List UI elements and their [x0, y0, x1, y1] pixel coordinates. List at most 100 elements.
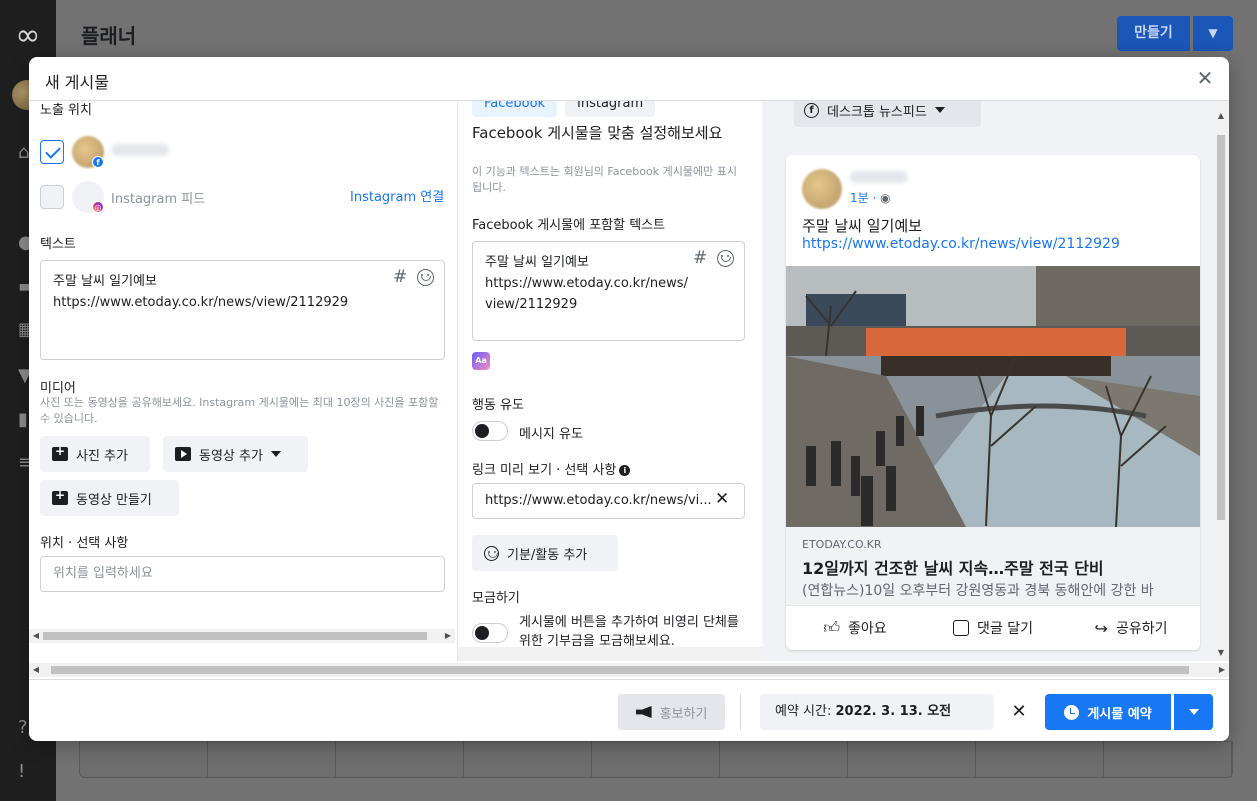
text-include-label: Facebook 게시물에 포함할 텍스트: [472, 218, 666, 233]
scrollbar-thumb[interactable]: [51, 666, 1189, 674]
clock-icon: [1064, 704, 1080, 720]
preview-scrollbar[interactable]: ▲ ▼: [1214, 101, 1228, 661]
schedule-time-field[interactable]: 예약 시간: 2022. 3. 13. 오전 8:00: [760, 694, 994, 741]
boost-button[interactable]: 홍보하기: [618, 694, 725, 730]
scroll-up-icon[interactable]: ▲: [1214, 109, 1228, 123]
post-text-input[interactable]: 주말 날씨 일기예보 https://www.etoday.co.kr/news…: [40, 260, 445, 360]
page-name-redacted: [111, 144, 169, 156]
scroll-left-icon[interactable]: ◀: [29, 629, 43, 643]
hashtag-icon[interactable]: #: [393, 267, 407, 287]
report-icon: !: [18, 761, 26, 782]
tab-instagram[interactable]: Instagram: [565, 101, 656, 117]
preview-column: f 데스크톱 뉴스피드 1분 · ◉ 주말 날씨 일기예보 https://ww…: [762, 101, 1229, 661]
preview-placement-label: 데스크톱 뉴스피드: [827, 104, 927, 120]
middle-hscrollbar[interactable]: [458, 647, 762, 661]
facebook-text-value: 주말 날씨 일기예보 https://www.etoday.co.kr/news…: [485, 255, 688, 312]
link-preview-label: 링크 미리 보기 · 선택 사항 i: [472, 459, 631, 478]
chevron-down-icon: [270, 451, 281, 457]
close-icon[interactable]: ✕: [1193, 66, 1217, 90]
preview-placement-dropdown[interactable]: f 데스크톱 뉴스피드: [794, 101, 981, 127]
page-name-redacted: [850, 171, 908, 183]
facebook-icon: f: [804, 102, 819, 118]
add-video-button[interactable]: 동영상 추가: [163, 436, 308, 472]
facebook-page-checkbox[interactable]: [40, 140, 64, 164]
facebook-text-input[interactable]: 주말 날씨 일기예보 https://www.etoday.co.kr/news…: [472, 241, 745, 341]
feeling-icon: [484, 545, 499, 561]
message-cta-toggle[interactable]: [472, 421, 508, 441]
customize-column: Facebook Instagram Facebook 게시물을 맞춤 설정해보…: [457, 101, 775, 661]
chevron-down-icon: [1188, 709, 1199, 715]
new-post-modal: 새 게시물 ✕ 노출 위치 f ◎ Instagram 피드 Instagram…: [29, 57, 1229, 741]
add-photo-button[interactable]: 사진 추가: [40, 436, 150, 472]
text-label: 텍스트: [40, 237, 76, 252]
cta-label: 행동 유도: [472, 398, 524, 413]
share-icon: ↪: [1094, 618, 1108, 638]
tab-facebook[interactable]: Facebook: [472, 101, 558, 117]
chevron-down-icon: [934, 107, 945, 113]
modal-title: 새 게시물: [45, 73, 109, 92]
boost-label: 홍보하기: [659, 706, 708, 722]
text-style-icon[interactable]: Aa: [472, 352, 490, 370]
info-icon[interactable]: i: [619, 465, 631, 476]
fundraise-help-text: 게시물에 버튼을 추가하여 비영리 단체를 위한 기부금을 모금해보세요.: [519, 615, 739, 649]
link-description: (연합뉴스)10일 오후부터 강원영동과 경북 동해안에 강한 바: [802, 583, 1154, 599]
share-button[interactable]: ↪ 공유하기: [1062, 606, 1200, 650]
instagram-badge-icon: ◎: [92, 201, 104, 213]
scrollbar-thumb[interactable]: [1217, 135, 1225, 520]
modal-hscrollbar[interactable]: ◀ ▶: [29, 663, 1229, 677]
scroll-down-icon[interactable]: ▼: [1214, 646, 1228, 660]
make-video-button[interactable]: 동영상 만들기: [40, 480, 179, 516]
instagram-connect-link[interactable]: Instagram 연결: [350, 186, 444, 205]
link-preview-input[interactable]: https://www.etoday.co.kr/news/vi...: [472, 483, 745, 519]
globe-icon: ◉: [880, 191, 891, 205]
meta-logo-icon: ∞: [15, 18, 41, 53]
schedule-prefix: 예약 시간:: [775, 704, 836, 719]
emoji-icon[interactable]: [417, 269, 434, 286]
emoji-icon[interactable]: [717, 250, 734, 267]
location-input[interactable]: 위치를 입력하세요: [40, 556, 445, 592]
megaphone-icon: [635, 706, 652, 718]
clear-link-icon[interactable]: ✕: [715, 489, 729, 509]
like-icon: 👍︎: [823, 618, 841, 637]
create-dropdown-button[interactable]: ▼: [1193, 16, 1233, 51]
fundraise-label: 모금하기: [472, 591, 520, 606]
share-label: 공유하기: [1115, 621, 1168, 637]
scroll-right-icon[interactable]: ▶: [441, 629, 455, 643]
create-button[interactable]: 만들기: [1117, 16, 1190, 51]
stream-photo: [786, 266, 1200, 527]
like-label: 좋아요: [848, 621, 887, 637]
feeling-button[interactable]: 기분/활동 추가: [472, 535, 618, 571]
scrollbar-thumb[interactable]: [43, 632, 427, 640]
schedule-post-button[interactable]: 게시물 예약: [1045, 694, 1171, 730]
like-button[interactable]: 👍︎ 좋아요: [786, 606, 924, 650]
calendar-grid: [79, 741, 1233, 778]
video-icon: [175, 447, 191, 461]
customize-heading: Facebook 게시물을 맞춤 설정해보세요: [472, 124, 723, 142]
compose-column: 노출 위치 f ◎ Instagram 피드 Instagram 연결 텍스트 …: [29, 101, 455, 661]
message-cta-label: 메시지 유도: [519, 427, 583, 442]
fundraise-toggle[interactable]: [472, 623, 508, 643]
facebook-badge-icon: f: [92, 156, 104, 168]
hashtag-icon[interactable]: #: [693, 248, 707, 268]
instagram-feed-label: Instagram 피드: [111, 192, 206, 207]
link-domain: ETODAY.CO.KR: [802, 538, 882, 551]
post-link[interactable]: https://www.etoday.co.kr/news/view/21129…: [802, 236, 1120, 252]
post-preview-card: 1분 · ◉ 주말 날씨 일기예보 https://www.etoday.co.…: [786, 155, 1200, 650]
customize-help-text: 이 기능과 텍스트는 회원님의 Facebook 게시물에만 표시됩니다.: [472, 165, 737, 194]
location-label: 위치 · 선택 사항: [40, 536, 129, 551]
post-link-image[interactable]: [786, 266, 1200, 527]
publish-options-dropdown[interactable]: [1174, 694, 1213, 730]
instagram-feed-checkbox[interactable]: [40, 185, 64, 209]
scroll-right-icon[interactable]: ▶: [1215, 663, 1229, 677]
left-scrollbar[interactable]: ◀ ▶: [29, 629, 455, 643]
post-time: 1분 · ◉: [850, 191, 891, 205]
clear-schedule-icon[interactable]: ✕: [1004, 694, 1034, 730]
comment-icon: [953, 620, 969, 636]
link-preview-value: https://www.etoday.co.kr/news/vi...: [485, 493, 712, 508]
comment-button[interactable]: 댓글 달기: [924, 606, 1062, 650]
post-text: 주말 날씨 일기예보: [802, 217, 922, 235]
scroll-left-icon[interactable]: ◀: [29, 663, 43, 677]
add-photo-label: 사진 추가: [76, 448, 128, 464]
add-photo-icon: [52, 444, 68, 461]
page-title: 플래너: [81, 24, 137, 48]
